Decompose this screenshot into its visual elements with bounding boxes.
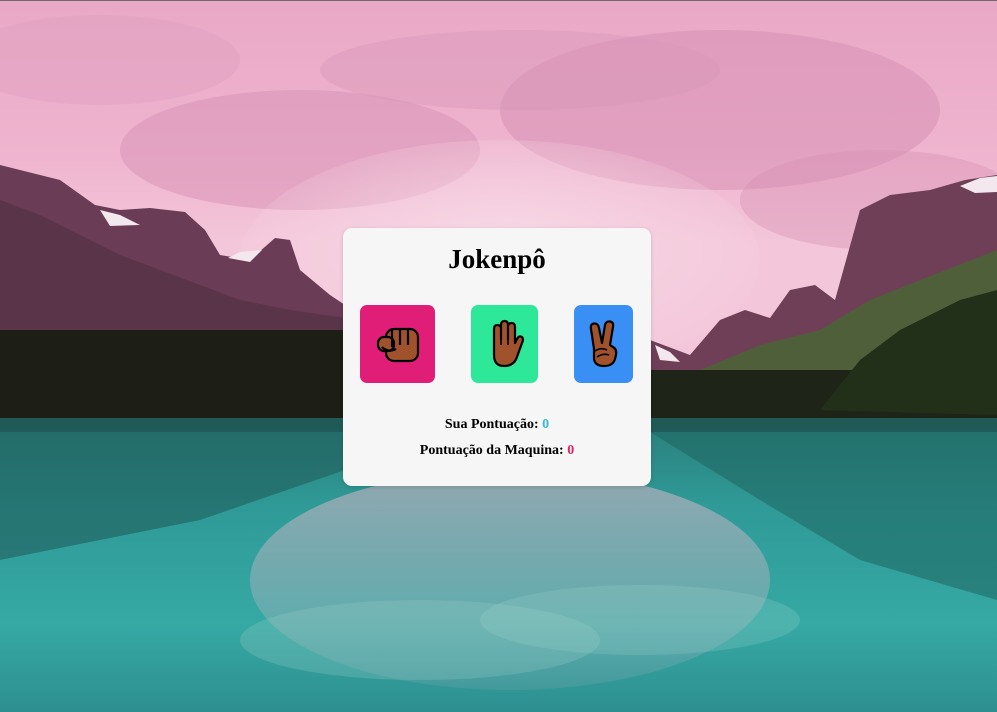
window-top-border	[0, 0, 997, 1]
fist-icon	[376, 327, 419, 363]
machine-score: Pontuação da Maquina: 0	[343, 443, 651, 459]
machine-score-label: Pontuação da Maquina:	[419, 443, 564, 458]
rock-button[interactable]	[360, 305, 435, 383]
paper-button[interactable]	[471, 305, 538, 383]
victory-hand-icon	[589, 320, 617, 368]
machine-score-value: 0	[567, 443, 575, 458]
player-score-label: Sua Pontuação:	[444, 417, 539, 432]
player-score-value: 0	[542, 417, 550, 432]
game-card: Jokenpô Sua Pontuação: 0 Pontuação da Ma…	[343, 228, 651, 486]
scissors-button[interactable]	[574, 305, 633, 383]
game-title: Jokenpô	[448, 244, 546, 274]
player-score: Sua Pontuação: 0	[343, 417, 651, 433]
raised-hand-icon	[492, 319, 524, 368]
